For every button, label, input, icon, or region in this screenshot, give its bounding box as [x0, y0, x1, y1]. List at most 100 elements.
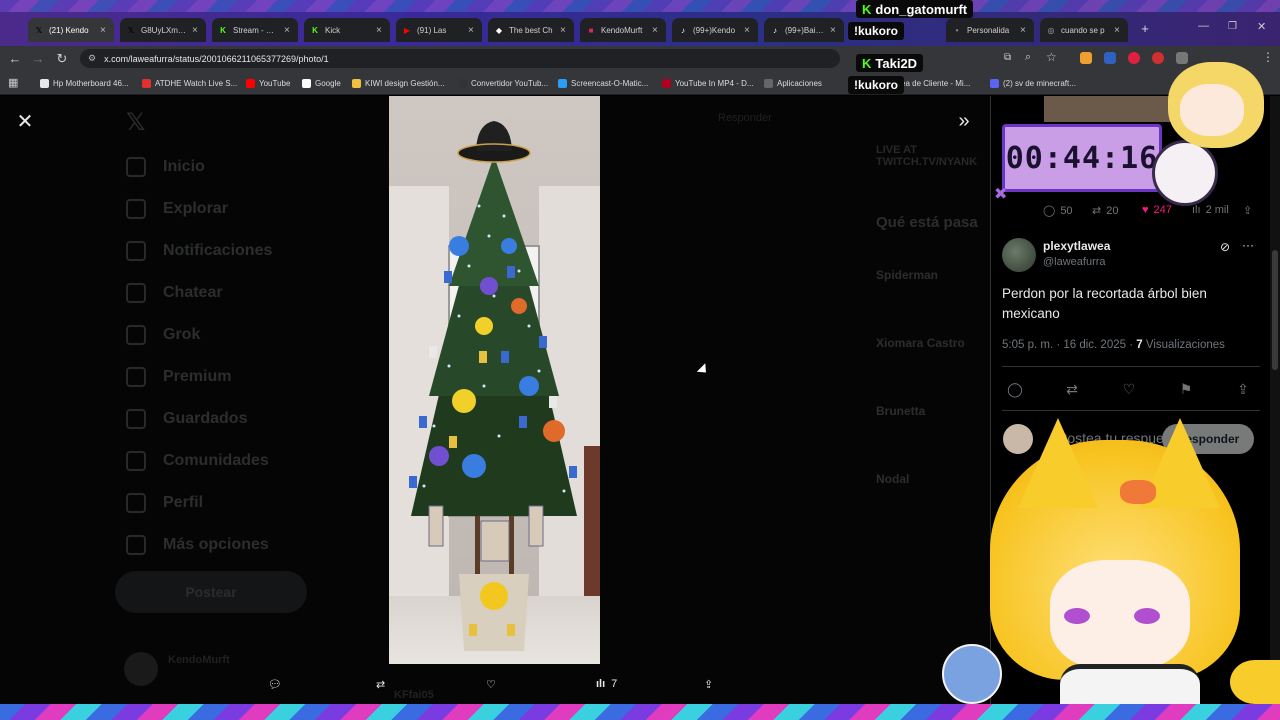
tab-close-icon[interactable]: ×	[830, 25, 838, 36]
media-like-button[interactable]: ♡	[486, 674, 496, 694]
tiktok-icon: ♪	[773, 25, 777, 35]
bookmark-button[interactable]: ⚑	[1177, 380, 1195, 398]
media-views-button[interactable]: ılı 7	[596, 674, 617, 694]
author-display-name[interactable]: plexytlawea	[1043, 239, 1110, 253]
back-icon[interactable]: ←	[5, 46, 25, 71]
tab[interactable]: K Stream - Kick ×	[212, 18, 298, 42]
install-icon[interactable]: ⧉	[1004, 52, 1011, 63]
tab-close-icon[interactable]: ×	[1114, 25, 1122, 36]
repost-icon: ⇄	[376, 678, 386, 691]
bookmark-item[interactable]: (2) sv de minecraft...	[990, 76, 1076, 90]
author-handle[interactable]: @laweafurra	[1043, 256, 1106, 268]
tab-close-icon[interactable]: ×	[376, 25, 384, 36]
repost-stat[interactable]: ⇄ 20	[1092, 204, 1118, 218]
bookmark-item[interactable]: ATDHE Watch Live S...	[142, 76, 237, 90]
tab-close-icon[interactable]: ×	[560, 25, 568, 36]
tab[interactable]: 𝕏 G8UyLXmX0 ×	[120, 18, 206, 42]
extension-icon[interactable]	[1128, 52, 1140, 64]
background-nav-label: Notificaciones	[163, 242, 273, 259]
reply-button[interactable]: ◯	[1006, 380, 1024, 398]
bookmark-favicon-icon	[142, 78, 151, 88]
bookmark-item[interactable]: Google	[302, 76, 341, 90]
share-stat[interactable]: ⇪	[1243, 204, 1252, 217]
media-reply-button[interactable]: 💬︎	[268, 674, 282, 694]
tab-label: (99+)Kendo	[693, 25, 736, 35]
like-button[interactable]: ♡	[1120, 380, 1138, 398]
window-minimize-icon[interactable]: —	[1198, 20, 1209, 32]
more-options-icon[interactable]: ···	[1242, 238, 1254, 252]
zoom-icon[interactable]: ⌕	[1025, 51, 1031, 64]
tab[interactable]: ■ KendoMurft ×	[580, 18, 666, 42]
bookmark-item[interactable]: Aplicaciones	[764, 76, 822, 90]
site-info-icon[interactable]: ⚙	[88, 53, 96, 64]
window-maximize-icon[interactable]: ❐	[1228, 21, 1237, 32]
media-share-button[interactable]: ⇪	[704, 674, 713, 694]
media-repost-button[interactable]: ⇄	[376, 674, 385, 694]
new-tab-button[interactable]: +	[1138, 22, 1152, 36]
close-icon[interactable]: ✕	[14, 110, 36, 133]
tab[interactable]: ▶ (91) Las ×	[396, 18, 482, 42]
tab[interactable]: • Personalida ×	[946, 18, 1034, 42]
star-bookmark-icon[interactable]: ☆	[1046, 50, 1057, 64]
extensions-puzzle-icon[interactable]	[1176, 52, 1188, 64]
tab[interactable]: ♪ (99+)Kendo ×	[672, 18, 758, 42]
tab-close-icon[interactable]: ×	[652, 25, 660, 36]
bookmark-label: Hp Motherboard 46...	[53, 78, 129, 88]
background-nav-label: Guardados	[163, 410, 248, 427]
background-nav-icon	[126, 451, 146, 471]
kick-icon: K	[862, 55, 872, 71]
scrollbar-thumb[interactable]	[1272, 250, 1278, 370]
apps-grid-icon[interactable]: ▦	[8, 76, 18, 89]
reply-stat[interactable]: ◯ 50	[1043, 204, 1073, 218]
tab-close-icon[interactable]: ×	[744, 25, 752, 36]
bookmark-item[interactable]: KIWI design Gestión...	[352, 76, 445, 90]
tab-close-icon[interactable]: ×	[468, 25, 476, 36]
repost-button[interactable]: ⇄	[1063, 380, 1081, 398]
background-nav-label: Perfil	[163, 494, 204, 511]
menu-kebab-icon[interactable]: ⋮	[1262, 50, 1274, 64]
tab-close-icon[interactable]: ×	[284, 25, 292, 36]
x-logo-icon[interactable]: 𝕏	[126, 108, 145, 137]
forward-icon[interactable]: →	[28, 46, 48, 71]
share-button[interactable]: ⇪	[1234, 380, 1252, 398]
vtuber-ear-left	[1018, 418, 1098, 508]
tab-label: (21) Kendo	[49, 25, 89, 35]
tab[interactable]: 𝕏 (21) Kendo ×	[28, 18, 114, 42]
bookmark-item[interactable]: YouTube	[246, 76, 290, 90]
bookmark-item[interactable]: Hp Motherboard 46...	[40, 76, 129, 90]
tab[interactable]: K Kick ×	[304, 18, 390, 42]
bookmark-item[interactable]: YouTube In MP4 - D...	[662, 76, 754, 90]
scrollbar[interactable]	[1270, 96, 1280, 704]
bookmark-item[interactable]: Screencast-O-Matic...	[558, 76, 648, 90]
tab-close-icon[interactable]: ×	[100, 25, 108, 36]
like-stat[interactable]: ♥ 247	[1142, 204, 1172, 216]
tab[interactable]: ♪ (99+)Bailand ×	[764, 18, 844, 42]
bookmark-item[interactable]: Convertidor YouTub...	[458, 76, 548, 90]
reload-icon[interactable]: ↻	[52, 46, 72, 71]
extension-icon[interactable]	[1104, 52, 1116, 64]
views-chart-icon: ılı	[1192, 204, 1201, 216]
avatar[interactable]	[1002, 238, 1036, 272]
reply-icon: 💬︎	[268, 678, 282, 691]
extension-icon[interactable]	[1080, 52, 1092, 64]
bookmark-label: ATDHE Watch Live S...	[155, 78, 238, 88]
tiktok-icon: ♪	[681, 25, 685, 35]
views-stat[interactable]: ılı 2 mil	[1192, 204, 1229, 216]
background-nav-icon	[126, 493, 146, 513]
globe-icon: ◎	[1047, 25, 1055, 35]
window-close-icon[interactable]: ✕	[1257, 20, 1266, 33]
tab[interactable]: ◎ cuando se p ×	[1040, 18, 1128, 42]
extension-icon[interactable]	[1152, 52, 1164, 64]
stream-chat-name-tag: K Taki2D	[856, 54, 924, 72]
bookmark-label: KIWI design Gestión...	[365, 78, 445, 88]
heart-filled-icon: ♥	[1142, 204, 1149, 216]
grok-icon[interactable]: ⊘	[1220, 240, 1230, 254]
tab[interactable]: ◆ The best Ch ×	[488, 18, 574, 42]
url-input[interactable]: ⚙ x.com/laweafurra/status/20010662110653…	[80, 49, 840, 68]
tab-close-icon[interactable]: ×	[1020, 25, 1028, 36]
tab-close-icon[interactable]: ×	[192, 25, 200, 36]
kick-icon: K	[312, 25, 318, 35]
tab-label: cuando se p	[1061, 25, 1105, 35]
expand-panel-icon[interactable]: »	[952, 110, 976, 132]
background-nav-label: Grok	[163, 326, 201, 343]
